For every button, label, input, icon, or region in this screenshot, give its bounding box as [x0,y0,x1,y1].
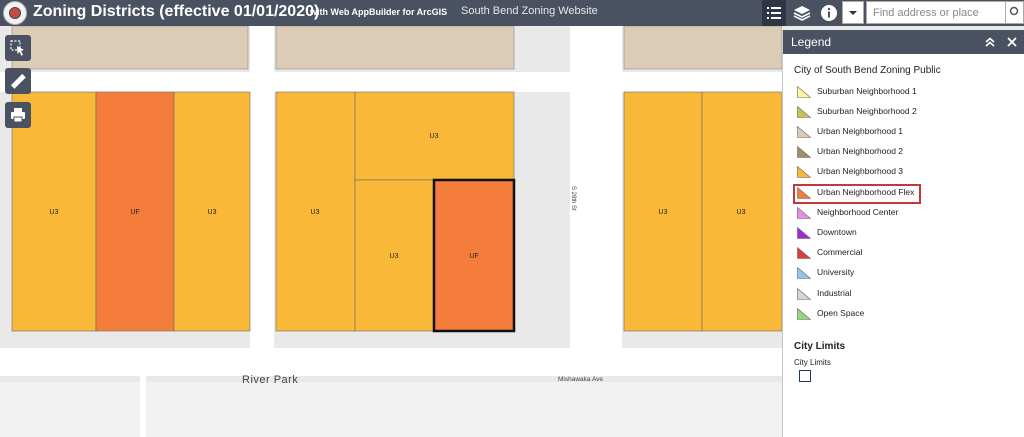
search-button[interactable] [1006,1,1024,24]
close-icon[interactable] [1005,35,1019,49]
street-alley [140,376,146,437]
street-river-park [0,348,782,376]
city-seal-logo [3,1,27,25]
legend-swatch [797,288,811,300]
legend-item: Industrial [797,285,1017,305]
parcel-un1[interactable] [623,26,782,70]
parcel-un1[interactable] [11,26,249,70]
search-icon [1009,6,1019,16]
print-tool-button[interactable] [5,102,31,128]
legend-swatch [797,126,811,138]
legend-swatch [797,308,811,320]
map-view[interactable]: U3 UF U3 U3 U3 U3 UF U3 U3 River Park Mi… [0,26,782,437]
zoning-map[interactable]: U3 UF U3 U3 U3 U3 UF U3 U3 River Park Mi… [0,26,782,437]
legend-item: Neighborhood Center [797,204,1017,224]
legend-swatch [797,146,811,158]
parcel-label: U3 [50,209,59,216]
layers-icon[interactable] [792,3,812,23]
parcel-label: U3 [390,253,399,260]
chevron-down-icon [849,11,857,15]
legend-item: University [797,264,1017,284]
select-icon [10,40,24,56]
legend-item-label: Open Space [817,308,865,318]
legend-item: Urban Neighborhood 3 [797,163,1017,183]
block-bottom-left [0,382,140,437]
legend-item-label: Suburban Neighborhood 2 [817,106,917,116]
legend-item: Suburban Neighborhood 2 [797,103,1017,123]
parcel-label: U3 [737,209,746,216]
app-title: Zoning Districts (effective 01/01/2020) [33,3,320,20]
legend-item-label: Downtown [817,227,857,237]
parcel-label: U3 [208,209,217,216]
city-limits-swatch [799,370,811,382]
parcel-label: UF [469,253,478,260]
legend-swatch [797,247,811,259]
street-label-mishawaka: Mishawaka Ave [558,376,603,383]
street-vertical-left [250,26,274,376]
city-limits-heading: City Limits [794,341,846,352]
legend-item-label: Industrial [817,288,852,298]
legend-item: Urban Neighborhood 2 [797,143,1017,163]
legend-swatch [797,166,811,178]
parcel-label: U3 [430,133,439,140]
street-horizontal-upper [0,72,782,92]
legend-title: Legend [791,35,832,49]
legend-swatch [797,86,811,98]
measure-tool-button[interactable] [5,68,31,94]
legend-swatch [797,207,811,219]
website-link[interactable]: South Bend Zoning Website [461,5,598,17]
legend-swatch [797,267,811,279]
legend-item: Commercial [797,244,1017,264]
info-icon[interactable] [819,3,839,23]
app-header: Zoning Districts (effective 01/01/2020) … [0,0,1024,26]
legend-header: Legend [783,30,1024,54]
legend-panel: Legend City of South Bend Zoning Public … [782,30,1024,437]
legend-item-label: Suburban Neighborhood 1 [817,86,917,96]
legend-toggle-button[interactable] [762,0,786,26]
legend-highlight-box [793,184,921,204]
block-bottom-right [146,382,782,437]
select-tool-button[interactable] [5,35,31,61]
legend-item: Urban Neighborhood 1 [797,123,1017,143]
parcel-un1[interactable] [275,26,515,70]
parcel-label: UF [130,209,139,216]
street-label-s-28th: S 28th St [570,186,576,211]
city-limits-label: City Limits [794,358,831,367]
legend-swatch [797,227,811,239]
parcel-label: U3 [659,209,668,216]
measure-icon [10,73,26,89]
street-s-28th [570,26,622,376]
collapse-up-icon[interactable] [983,35,997,49]
print-icon [11,108,25,123]
legend-item-label: Commercial [817,247,863,257]
legend-layer-title: City of South Bend Zoning Public [794,65,941,76]
legend-item-label: University [817,267,855,277]
search-source-dropdown[interactable] [842,1,864,24]
legend-item-label: Urban Neighborhood 2 [817,146,904,156]
street-label-river-park: River Park [242,374,298,386]
legend-list-icon [767,7,781,19]
legend-item-label: Urban Neighborhood 1 [817,126,904,136]
search-input[interactable] [866,1,1006,24]
app-subtitle: with Web AppBuilder for ArcGIS [310,7,448,17]
parcel-label: U3 [311,209,320,216]
legend-item-label: Urban Neighborhood 3 [817,166,904,176]
legend-item-label: Neighborhood Center [817,207,899,217]
legend-swatch [797,106,811,118]
legend-item: Suburban Neighborhood 1 [797,83,1017,103]
legend-item: Open Space [797,305,1017,325]
legend-item: Downtown [797,224,1017,244]
